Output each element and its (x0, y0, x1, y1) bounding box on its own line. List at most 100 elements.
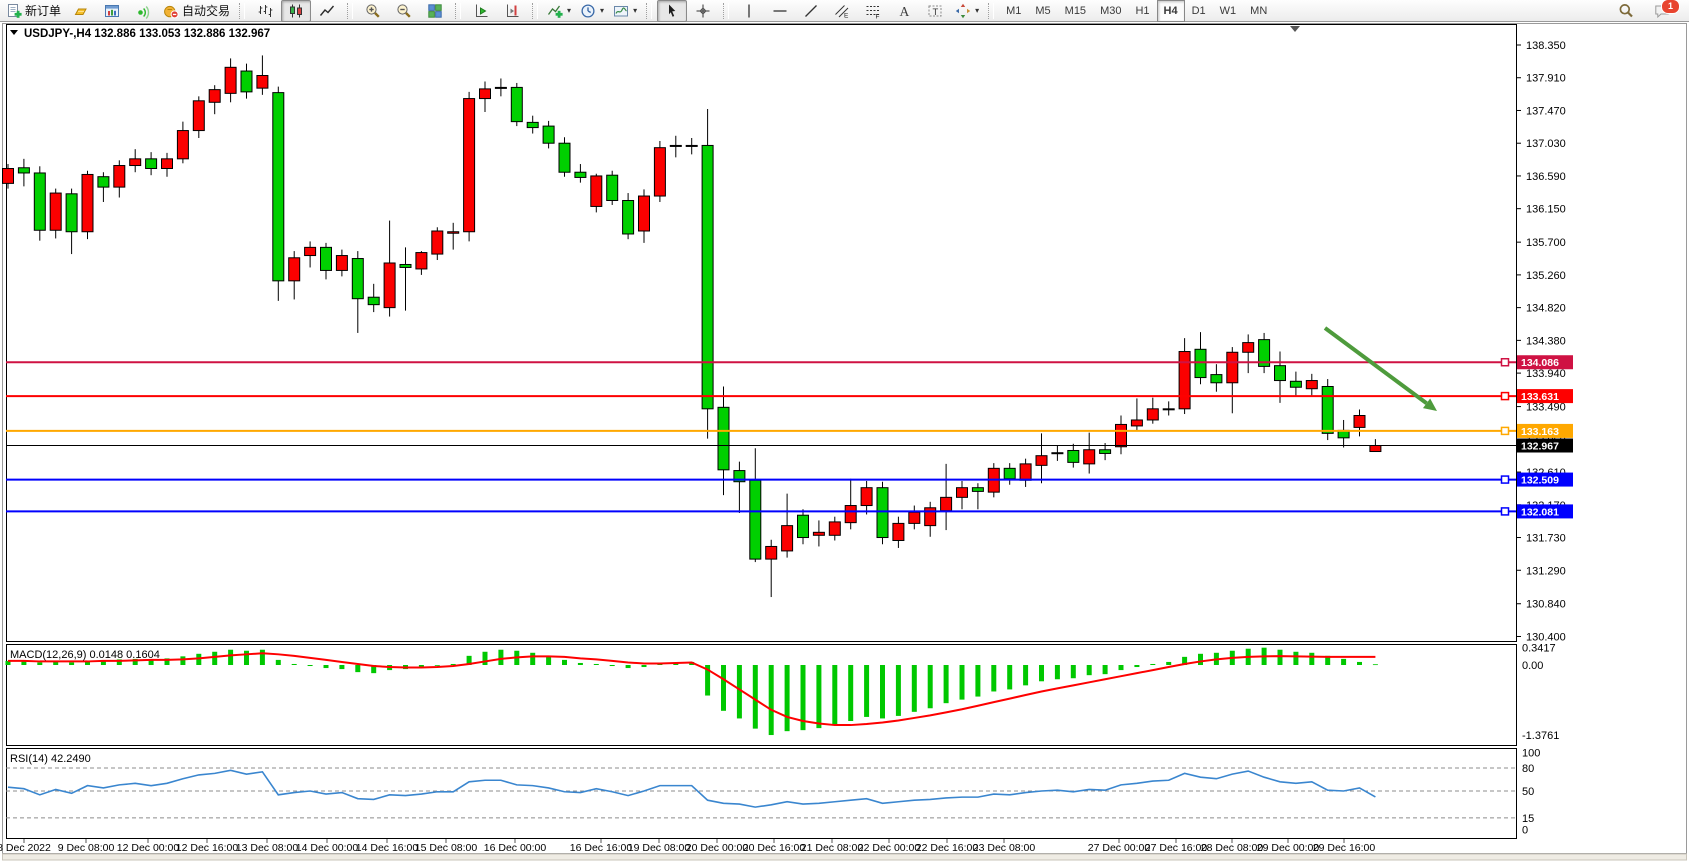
candlestick-chart-button[interactable] (281, 0, 311, 22)
equidistant-channel-icon: E (834, 3, 850, 19)
tab-timeframe-W1[interactable]: W1 (1213, 0, 1244, 22)
svg-text:0: 0 (1522, 824, 1528, 836)
text-button[interactable]: A (889, 0, 919, 22)
svg-text:20 Dec 16:00: 20 Dec 16:00 (743, 842, 806, 854)
auto-trading-icon (163, 3, 179, 19)
text-label-button[interactable]: T (920, 0, 950, 22)
svg-text:133.490: 133.490 (1526, 402, 1566, 414)
horizontal-line-button[interactable] (765, 0, 795, 22)
svg-text:A: A (900, 4, 910, 19)
search-icon (1618, 3, 1634, 19)
auto-scroll-button[interactable] (466, 0, 496, 22)
periods-button[interactable]: ▾ (576, 0, 608, 22)
svg-text:131.290: 131.290 (1526, 565, 1566, 577)
svg-text:12 Dec 16:00: 12 Dec 16:00 (176, 842, 239, 854)
zoom-in-button[interactable] (358, 0, 388, 22)
chart-shift-button[interactable] (497, 0, 527, 22)
tab-timeframe-H1[interactable]: H1 (1128, 0, 1156, 22)
svg-text:138.350: 138.350 (1526, 40, 1566, 52)
fibonacci-icon: F (865, 3, 881, 19)
arrows-button[interactable]: ▾ (951, 0, 983, 22)
svg-text:12 Dec 00:00: 12 Dec 00:00 (117, 842, 180, 854)
vertical-line-button[interactable] (734, 0, 764, 22)
svg-text:29 Dec 16:00: 29 Dec 16:00 (1313, 842, 1376, 854)
search-button[interactable] (1611, 0, 1641, 22)
tab-timeframe-MN[interactable]: MN (1243, 0, 1274, 22)
svg-text:133.940: 133.940 (1526, 368, 1566, 380)
toolbar-separator (988, 3, 994, 19)
tab-timeframe-M5[interactable]: M5 (1028, 0, 1057, 22)
toolbar-separator (532, 3, 538, 19)
toolbar-right-group: 1 (1611, 0, 1687, 22)
chart-shift-icon (504, 3, 520, 19)
svg-text:137.470: 137.470 (1526, 105, 1566, 117)
indicators-button[interactable]: ▾ (543, 0, 575, 22)
zoom-out-icon (396, 3, 412, 19)
quotes-button[interactable] (66, 0, 96, 22)
toolbar-separator (646, 3, 652, 19)
crosshair-icon (695, 3, 711, 19)
chevron-down-icon: ▾ (600, 6, 604, 15)
new-order-button[interactable]: 新订单 (2, 0, 65, 22)
svg-text:15 Dec 08:00: 15 Dec 08:00 (415, 842, 478, 854)
svg-text:0.3417: 0.3417 (1522, 643, 1556, 655)
svg-text:134.086: 134.086 (1521, 357, 1559, 369)
templates-button[interactable]: ▾ (609, 0, 641, 22)
svg-text:132.509: 132.509 (1521, 475, 1559, 487)
toolbar-separator (455, 3, 461, 19)
chart-window-button[interactable] (97, 0, 127, 22)
chart-canvas: 138.350137.910137.470137.030136.590136.1… (0, 0, 1689, 861)
bar-chart-button[interactable] (250, 0, 280, 22)
svg-text:135.700: 135.700 (1526, 237, 1566, 249)
line-chart-button[interactable] (312, 0, 342, 22)
main-toolbar: 新订单 自动交易 ▾ ▾ ▾ E F A T ▾ (0, 0, 1689, 22)
signal-icon (135, 3, 151, 19)
time-axis[interactable]: 8 Dec 20229 Dec 08:0012 Dec 00:0012 Dec … (0, 839, 1375, 854)
svg-text:15: 15 (1522, 813, 1534, 825)
svg-text:137.030: 137.030 (1526, 138, 1566, 150)
svg-text:80: 80 (1522, 763, 1534, 775)
tab-timeframe-M30[interactable]: M30 (1093, 0, 1128, 22)
toolbar-separator (239, 3, 245, 19)
cursor-button[interactable] (657, 0, 687, 22)
tab-timeframe-M15[interactable]: M15 (1058, 0, 1093, 22)
tab-timeframe-M1[interactable]: M1 (999, 0, 1028, 22)
macd-label: MACD(12,26,9) 0.0148 0.1604 (10, 649, 160, 661)
channel-button[interactable]: E (827, 0, 857, 22)
tab-timeframe-D1[interactable]: D1 (1185, 0, 1213, 22)
zoom-out-button[interactable] (389, 0, 419, 22)
svg-text:28 Dec 08:00: 28 Dec 08:00 (1201, 842, 1264, 854)
svg-text:23 Dec 08:00: 23 Dec 08:00 (973, 842, 1036, 854)
tile-windows-button[interactable] (420, 0, 450, 22)
gold-ingot-icon (73, 3, 89, 19)
signals-button[interactable] (128, 0, 158, 22)
new-order-label: 新订单 (25, 2, 61, 19)
svg-text:133.631: 133.631 (1521, 391, 1559, 403)
svg-text:50: 50 (1522, 786, 1534, 798)
trendline-button[interactable] (796, 0, 826, 22)
svg-text:F: F (876, 13, 880, 19)
svg-text:134.820: 134.820 (1526, 303, 1566, 315)
svg-text:100: 100 (1522, 748, 1540, 760)
svg-text:132.967: 132.967 (1521, 440, 1559, 452)
toolbar-separator (347, 3, 353, 19)
line-chart-icon (319, 3, 335, 19)
tile-windows-icon (427, 3, 443, 19)
notifications-button[interactable]: 1 (1647, 1, 1677, 21)
svg-text:137.910: 137.910 (1526, 73, 1566, 85)
chart-window-icon (104, 3, 120, 19)
svg-text:16 Dec 16:00: 16 Dec 16:00 (570, 842, 633, 854)
notification-badge: 1 (1661, 0, 1680, 14)
svg-text:132.081: 132.081 (1521, 506, 1559, 518)
tab-timeframe-H4[interactable]: H4 (1157, 0, 1185, 22)
svg-text:136.590: 136.590 (1526, 171, 1566, 183)
svg-text:131.730: 131.730 (1526, 533, 1566, 545)
svg-text:-1.3761: -1.3761 (1522, 730, 1559, 742)
crosshair-button[interactable] (688, 0, 718, 22)
auto-scroll-icon (473, 3, 489, 19)
horizontal-line-icon (772, 3, 788, 19)
arrows-icon (955, 3, 971, 19)
fibonacci-button[interactable]: F (858, 0, 888, 22)
svg-text:29 Dec 00:00: 29 Dec 00:00 (1257, 842, 1320, 854)
auto-trading-button[interactable]: 自动交易 (159, 0, 234, 22)
